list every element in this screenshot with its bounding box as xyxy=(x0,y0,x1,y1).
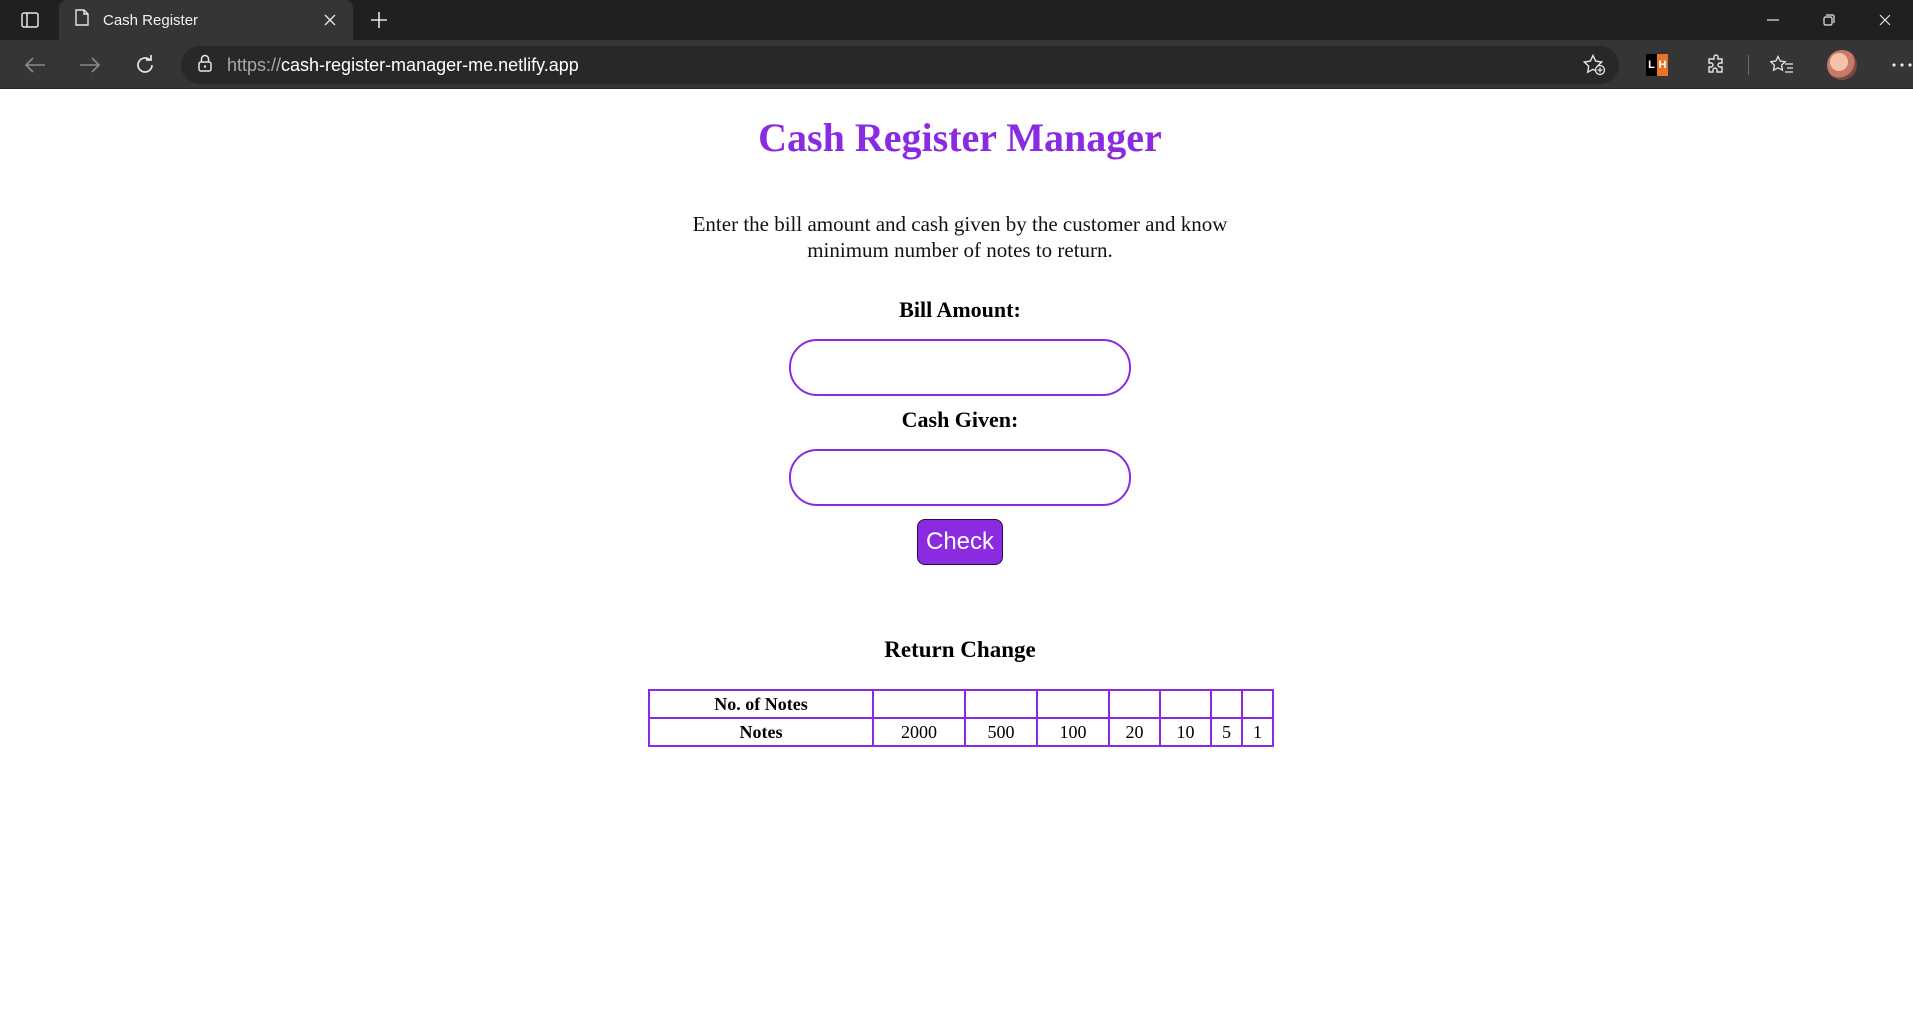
return-change-table: No. of Notes Notes 2000 500 100 20 10 5 … xyxy=(648,689,1274,747)
note-count-cell xyxy=(1241,689,1274,719)
forward-arrow-icon[interactable] xyxy=(75,50,105,80)
url-text[interactable]: https://cash-register-manager-me.netlify… xyxy=(227,55,579,76)
bill-amount-label: Bill Amount: xyxy=(899,297,1021,322)
cash-given-input[interactable] xyxy=(789,449,1131,506)
note-value-cell: 2000 xyxy=(872,717,966,747)
address-bar[interactable]: https://cash-register-manager-me.netlify… xyxy=(181,46,1619,84)
tab-title: Cash Register xyxy=(103,11,199,29)
close-window-icon[interactable] xyxy=(1857,0,1913,40)
row-header-notes: Notes xyxy=(648,717,874,747)
back-arrow-icon[interactable] xyxy=(20,50,50,80)
favorites-icon[interactable] xyxy=(1765,48,1799,82)
note-count-cell xyxy=(1210,689,1243,719)
page-title: Cash Register Manager xyxy=(758,115,1162,160)
page-icon xyxy=(75,9,89,31)
note-value-cell: 5 xyxy=(1210,717,1243,747)
extensions-area: LH xyxy=(1640,48,1913,82)
lock-icon[interactable] xyxy=(197,54,213,77)
note-count-cell xyxy=(1159,689,1212,719)
window-controls xyxy=(1745,0,1913,40)
row-header-no-of-notes: No. of Notes xyxy=(648,689,874,719)
check-button[interactable]: Check xyxy=(917,519,1003,565)
minimize-icon[interactable] xyxy=(1745,0,1801,40)
extensions-puzzle-icon[interactable] xyxy=(1700,48,1734,82)
page-description: Enter the bill amount and cash given by … xyxy=(692,212,1228,262)
note-count-cell xyxy=(1108,689,1161,719)
more-options-icon[interactable] xyxy=(1885,48,1913,82)
note-value-cell: 1 xyxy=(1241,717,1274,747)
note-value-cell: 20 xyxy=(1108,717,1161,747)
close-tab-icon[interactable] xyxy=(319,9,341,31)
browser-toolbar: https://cash-register-manager-me.netlify… xyxy=(0,40,1913,89)
refresh-icon[interactable] xyxy=(130,50,160,80)
note-count-cell xyxy=(1036,689,1110,719)
note-count-cell xyxy=(872,689,966,719)
note-value-cell: 500 xyxy=(964,717,1038,747)
new-tab-icon[interactable] xyxy=(366,8,392,32)
note-value-cell: 10 xyxy=(1159,717,1212,747)
url-host: cash-register-manager-me.netlify.app xyxy=(281,54,579,75)
restore-icon[interactable] xyxy=(1801,0,1857,40)
note-value-cell: 100 xyxy=(1036,717,1110,747)
add-favorite-star-icon[interactable] xyxy=(1581,53,1607,77)
return-change-heading: Return Change xyxy=(884,637,1036,662)
browser-tab-active[interactable]: Cash Register xyxy=(59,0,353,40)
page-content: Cash Register Manager Enter the bill amo… xyxy=(0,89,1913,1023)
tab-actions-icon[interactable] xyxy=(18,9,42,31)
browser-tab-strip: Cash Register xyxy=(0,0,1913,40)
toolbar-separator xyxy=(1748,55,1749,75)
profile-avatar[interactable] xyxy=(1825,48,1859,82)
table-row: Notes 2000 500 100 20 10 5 1 xyxy=(648,717,1274,747)
url-scheme: https:// xyxy=(227,54,282,75)
cash-given-label: Cash Given: xyxy=(901,407,1019,432)
lighthouse-extension-icon[interactable]: LH xyxy=(1640,48,1674,82)
note-count-cell xyxy=(964,689,1038,719)
table-row: No. of Notes xyxy=(648,689,1274,719)
bill-amount-input[interactable] xyxy=(789,339,1131,396)
